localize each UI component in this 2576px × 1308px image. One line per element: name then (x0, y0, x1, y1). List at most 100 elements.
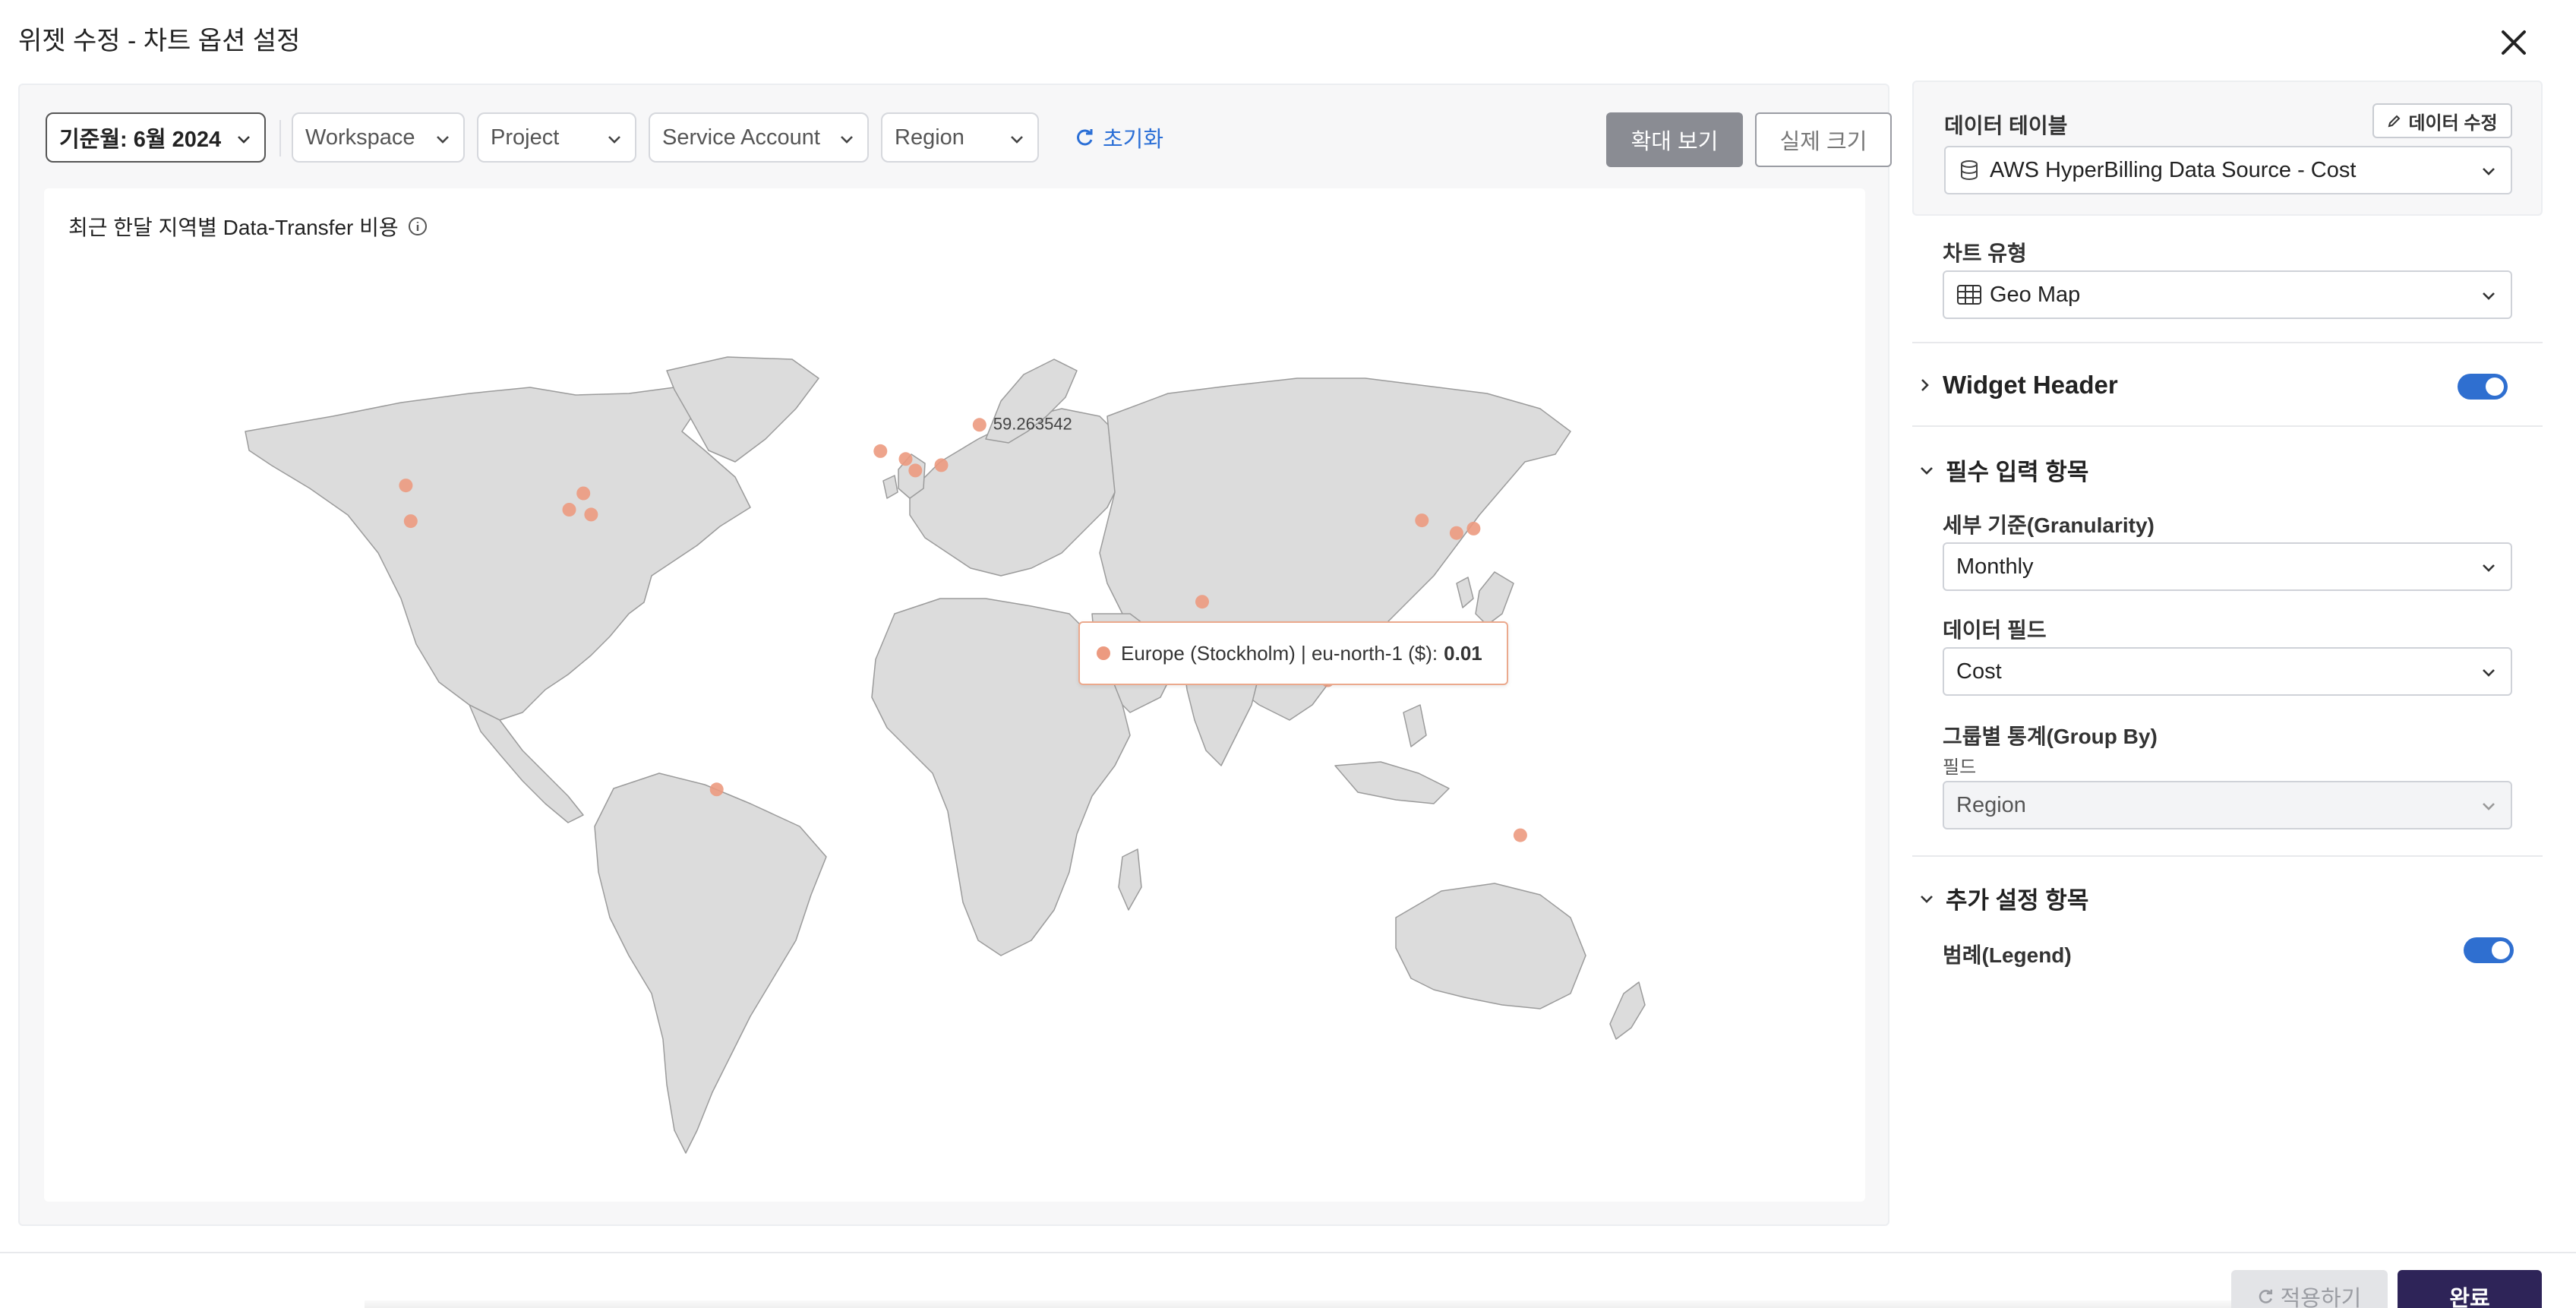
required-section-toggle[interactable]: 필수 입력 항목 (1918, 453, 2088, 487)
chevron-down-icon (1921, 895, 1933, 903)
marker-value-label: 59.263542 (993, 414, 1072, 433)
data-table-section: 데이터 테이블 데이터 수정 AWS HyperBilling Data Sou… (1912, 81, 2543, 216)
project-filter-label: Project (491, 125, 560, 150)
map-marker[interactable] (709, 782, 724, 797)
data-field-label: 데이터 필드 (1943, 618, 2047, 642)
region-filter-label: Region (895, 125, 964, 150)
chart-title: 최근 한달 지역별 Data-Transfer 비용 (68, 211, 428, 242)
service-account-filter-label: Service Account (662, 125, 820, 150)
legend-toggle[interactable] (2464, 937, 2514, 963)
continent-central-america (469, 704, 584, 823)
chevron-down-icon (2483, 292, 2495, 300)
toggle-knob (2492, 941, 2510, 959)
apply-button[interactable]: 적용하기 (2231, 1270, 2388, 1308)
map-marker[interactable] (1513, 828, 1527, 842)
workspace-filter-label: Workspace (305, 125, 415, 150)
extra-section-toggle[interactable]: 추가 설정 항목 (1918, 881, 2088, 915)
continent-north-america (245, 387, 751, 721)
legend-label: 범례(Legend) (1943, 943, 2072, 967)
widget-header-toggle[interactable] (2458, 374, 2508, 400)
chart-title-text: 최근 한달 지역별 Data-Transfer 비용 (68, 216, 399, 239)
island-ireland (882, 475, 898, 499)
chevron-right-icon (1921, 379, 1929, 391)
database-icon (1961, 160, 1978, 180)
geo-map-chart: 59.263542 (245, 356, 1646, 1154)
island-philippines (1403, 704, 1427, 747)
map-marker[interactable] (562, 503, 576, 517)
zoom-view-button[interactable]: 확대 보기 (1606, 112, 1743, 167)
period-dropdown[interactable]: 기준월: 6월 2024 (46, 112, 266, 163)
chart-type-select[interactable]: Geo Map (1943, 270, 2512, 319)
map-marker[interactable] (403, 514, 418, 529)
chevron-down-icon (437, 136, 449, 144)
map-marker[interactable] (1195, 595, 1209, 609)
pencil-icon (2388, 115, 2401, 128)
island-madagascar (1118, 848, 1142, 911)
extra-section-label: 추가 설정 항목 (1946, 887, 2089, 914)
actual-size-button[interactable]: 실제 크기 (1755, 112, 1892, 167)
apply-label: 적용하기 (2280, 1287, 2362, 1308)
preview-panel: 기준월: 6월 2024 Workspace Project Service A… (18, 84, 1892, 1226)
map-marker[interactable] (1449, 526, 1463, 540)
group-by-select[interactable]: Region (1943, 781, 2512, 829)
chevron-down-icon (841, 136, 853, 144)
island-japan (1475, 571, 1514, 626)
info-icon[interactable] (408, 216, 428, 236)
reset-label: 초기화 (1103, 128, 1164, 152)
refresh-icon (1077, 129, 1093, 146)
chevron-down-icon (608, 136, 620, 144)
map-marker[interactable] (972, 418, 987, 432)
workspace-filter[interactable]: Workspace (292, 112, 465, 163)
map-marker[interactable] (934, 458, 949, 472)
region-filter[interactable]: Region (881, 112, 1039, 163)
granularity-select[interactable]: Monthly (1943, 542, 2512, 591)
done-button[interactable]: 완료 (2398, 1270, 2542, 1308)
period-label: 기준월: 6월 2024 (59, 128, 222, 152)
chart-card: 59.263542 최근 한달 지역별 Data-Transfer 비용 Eur… (44, 188, 1865, 1202)
granularity-value: Monthly (1956, 554, 2034, 579)
tooltip-region: Europe (Stockholm) | eu-north-1 ($): (1121, 641, 1438, 665)
continent-south-america (594, 772, 827, 1154)
project-filter[interactable]: Project (477, 112, 636, 163)
refresh-icon (2259, 1289, 2272, 1303)
map-tooltip: Europe (Stockholm) | eu-north-1 ($): 0.0… (1078, 621, 1508, 685)
region-indonesia (1334, 761, 1450, 804)
map-marker[interactable] (898, 452, 913, 466)
filter-bar: 기준월: 6월 2024 Workspace Project Service A… (46, 112, 1892, 167)
group-by-label: 그룹별 통계(Group By) (1943, 725, 2158, 748)
chevron-down-icon (2483, 564, 2495, 572)
required-section-label: 필수 입력 항목 (1946, 459, 2089, 485)
filter-divider (279, 120, 281, 156)
map-icon (1957, 285, 1981, 305)
chart-type-value: Geo Map (1990, 282, 2081, 307)
data-field-value: Cost (1956, 659, 2002, 684)
data-table-label: 데이터 테이블 (1944, 114, 2068, 137)
map-marker[interactable] (576, 486, 591, 501)
continent-australia (1395, 883, 1586, 1009)
map-marker[interactable] (1466, 521, 1481, 536)
edit-data-label: 데이터 수정 (2408, 112, 2498, 134)
map-marker[interactable] (908, 463, 923, 478)
chevron-down-icon (1921, 466, 1933, 475)
data-source-select[interactable]: AWS HyperBilling Data Source - Cost (1944, 146, 2512, 194)
chevron-down-icon (238, 136, 250, 144)
modal-title: 위젯 수정 - 차트 옵션 설정 (18, 27, 301, 55)
divider (1912, 425, 2543, 427)
service-account-filter[interactable]: Service Account (649, 112, 869, 163)
data-source-value: AWS HyperBilling Data Source - Cost (1990, 157, 2357, 182)
footer-divider (0, 1252, 2576, 1253)
footer-shadow (365, 1300, 2263, 1308)
map-marker[interactable] (399, 479, 413, 493)
map-marker[interactable] (1415, 513, 1429, 528)
map-marker[interactable] (873, 444, 888, 458)
map-marker[interactable] (584, 507, 598, 522)
edit-data-button[interactable]: 데이터 수정 (2372, 103, 2512, 138)
settings-panel: 데이터 테이블 데이터 수정 AWS HyperBilling Data Sou… (1912, 81, 2543, 1227)
chevron-down-icon (1011, 136, 1023, 144)
chevron-down-icon (2483, 669, 2495, 677)
close-icon[interactable] (2494, 23, 2533, 62)
tooltip-value: 0.01 (1444, 641, 1482, 665)
widget-header-section-toggle[interactable]: Widget Header (1918, 371, 2118, 400)
reset-filters-link[interactable]: 초기화 (1075, 112, 1163, 163)
data-field-select[interactable]: Cost (1943, 647, 2512, 696)
